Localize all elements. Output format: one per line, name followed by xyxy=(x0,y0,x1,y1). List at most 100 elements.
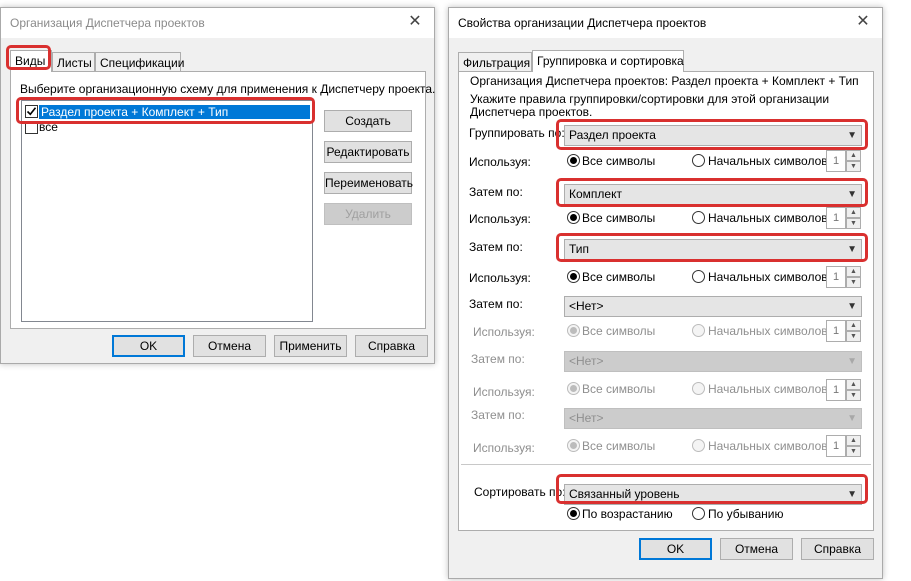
leading-chars-radio[interactable] xyxy=(692,382,705,395)
all-chars-label: Все символы xyxy=(582,211,656,225)
all-chars-radio[interactable] xyxy=(567,382,580,395)
ascending-label: По возрастанию xyxy=(582,507,673,521)
leading-chars-stepper[interactable]: 1 ▲ ▼ xyxy=(826,150,862,172)
chevron-down-icon: ▼ xyxy=(847,244,857,255)
cancel-button[interactable]: Отмена xyxy=(193,335,266,357)
then-by-combo-2[interactable]: Тип ▼ xyxy=(564,239,862,260)
tab-schedules[interactable]: Спецификации xyxy=(95,52,184,72)
sort-by-combo[interactable]: Связанный уровень ▼ xyxy=(564,484,862,505)
spin-up-icon[interactable]: ▲ xyxy=(846,435,861,446)
all-chars-label: Все символы xyxy=(582,439,656,453)
leading-chars-label: Начальных символов xyxy=(708,154,828,168)
leading-chars-radio[interactable] xyxy=(692,324,705,337)
leading-chars-label: Начальных символов xyxy=(708,382,828,396)
org-dialog: Организация Диспетчера проектов ✕ Виды Л… xyxy=(0,7,435,364)
ok-button[interactable]: OK xyxy=(112,335,185,357)
close-icon[interactable]: ✕ xyxy=(406,13,424,31)
divider xyxy=(461,464,871,465)
leading-chars-stepper[interactable]: 1 ▲ ▼ xyxy=(826,435,862,457)
stepper-value[interactable]: 1 xyxy=(826,150,846,172)
scheme-checkbox-1[interactable] xyxy=(25,105,38,118)
spin-down-icon[interactable]: ▼ xyxy=(846,161,861,172)
checkmark-icon xyxy=(26,107,37,116)
spin-up-icon[interactable]: ▲ xyxy=(846,320,861,331)
org-properties-dialog: Свойства организации Диспетчера проектов… xyxy=(448,7,883,579)
stepper-value[interactable]: 1 xyxy=(826,266,846,288)
descending-label: По убыванию xyxy=(708,507,784,521)
spin-up-icon[interactable]: ▲ xyxy=(846,207,861,218)
create-button[interactable]: Создать xyxy=(324,110,412,132)
leading-chars-stepper[interactable]: 1 ▲ ▼ xyxy=(826,379,862,401)
using-label: Используя: xyxy=(473,325,535,339)
ok-button[interactable]: OK xyxy=(639,538,712,560)
then-by-combo-4[interactable]: <Нет> ▼ xyxy=(564,351,862,372)
then-by-value: <Нет> xyxy=(569,411,604,425)
all-chars-label: Все символы xyxy=(582,382,656,396)
using-label: Используя: xyxy=(473,385,535,399)
then-by-combo-1[interactable]: Комплект ▼ xyxy=(564,184,862,205)
grouping-panel: Организация Диспетчера проектов: Раздел … xyxy=(458,71,874,531)
scheme-list[interactable]: Раздел проекта + Комплект + Тип все xyxy=(21,100,313,322)
edit-button[interactable]: Редактировать xyxy=(324,141,412,163)
leading-chars-label: Начальных символов xyxy=(708,270,828,284)
leading-chars-radio[interactable] xyxy=(692,439,705,452)
leading-chars-stepper[interactable]: 1 ▲ ▼ xyxy=(826,320,862,342)
scheme-item[interactable]: все xyxy=(39,120,58,134)
spin-up-icon[interactable]: ▲ xyxy=(846,379,861,390)
group-by-value: Раздел проекта xyxy=(569,128,656,142)
tab-filtering[interactable]: Фильтрация xyxy=(458,52,532,72)
all-chars-radio[interactable] xyxy=(567,324,580,337)
rename-button[interactable]: Переименовать xyxy=(324,172,413,194)
leading-chars-stepper[interactable]: 1 ▲ ▼ xyxy=(826,207,862,229)
leading-chars-label: Начальных символов xyxy=(708,211,828,225)
leading-chars-radio[interactable] xyxy=(692,270,705,283)
then-by-label: Затем по: xyxy=(471,352,525,366)
all-chars-label: Все символы xyxy=(582,270,656,284)
help-button[interactable]: Справка xyxy=(355,335,428,357)
stepper-value[interactable]: 1 xyxy=(826,207,846,229)
leading-chars-label: Начальных символов xyxy=(708,324,828,338)
leading-chars-stepper[interactable]: 1 ▲ ▼ xyxy=(826,266,862,288)
group-by-combo[interactable]: Раздел проекта ▼ xyxy=(564,125,862,146)
spin-down-icon[interactable]: ▼ xyxy=(846,218,861,229)
spin-up-icon[interactable]: ▲ xyxy=(846,266,861,277)
delete-button[interactable]: Удалить xyxy=(324,203,412,225)
then-by-label: Затем по: xyxy=(469,185,523,199)
stepper-value[interactable]: 1 xyxy=(826,320,846,342)
scheme-item-selected[interactable]: Раздел проекта + Комплект + Тип xyxy=(39,105,310,119)
descending-radio[interactable] xyxy=(692,507,705,520)
properties-title: Свойства организации Диспетчера проектов xyxy=(458,16,707,30)
spin-down-icon[interactable]: ▼ xyxy=(846,331,861,342)
then-by-combo-3[interactable]: <Нет> ▼ xyxy=(564,296,862,317)
apply-button[interactable]: Применить xyxy=(274,335,347,357)
spin-down-icon[interactable]: ▼ xyxy=(846,390,861,401)
instruction-line-2: Диспетчера проектов. xyxy=(470,105,593,119)
stepper-value[interactable]: 1 xyxy=(826,379,846,401)
all-chars-radio[interactable] xyxy=(567,270,580,283)
spin-down-icon[interactable]: ▼ xyxy=(846,446,861,457)
tab-grouping-sorting[interactable]: Группировка и сортировка xyxy=(532,50,684,72)
spin-down-icon[interactable]: ▼ xyxy=(846,277,861,288)
then-by-value: Тип xyxy=(569,242,590,256)
close-icon[interactable]: ✕ xyxy=(854,13,872,31)
sort-by-label: Сортировать по: xyxy=(474,485,566,499)
tab-sheets[interactable]: Листы xyxy=(52,52,95,72)
all-chars-radio[interactable] xyxy=(567,439,580,452)
org-line: Организация Диспетчера проектов: Раздел … xyxy=(470,74,859,88)
leading-chars-radio[interactable] xyxy=(692,211,705,224)
tab-views[interactable]: Виды xyxy=(10,50,52,72)
spin-up-icon[interactable]: ▲ xyxy=(846,150,861,161)
all-chars-radio[interactable] xyxy=(567,211,580,224)
then-by-combo-5[interactable]: <Нет> ▼ xyxy=(564,408,862,429)
all-chars-radio[interactable] xyxy=(567,154,580,167)
chevron-down-icon: ▼ xyxy=(847,413,857,424)
help-button[interactable]: Справка xyxy=(801,538,874,560)
cancel-button[interactable]: Отмена xyxy=(720,538,793,560)
ascending-radio[interactable] xyxy=(567,507,580,520)
views-panel: Выберите организационную схему для приме… xyxy=(10,71,435,329)
scheme-checkbox-2[interactable] xyxy=(25,121,38,134)
group-by-label: Группировать по: xyxy=(469,126,565,140)
stepper-value[interactable]: 1 xyxy=(826,435,846,457)
using-label: Используя: xyxy=(469,271,531,285)
leading-chars-radio[interactable] xyxy=(692,154,705,167)
